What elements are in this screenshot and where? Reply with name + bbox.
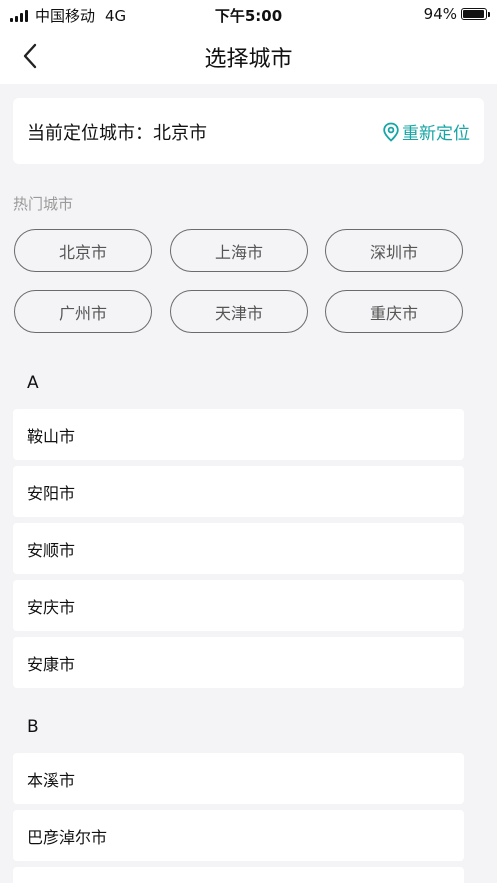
battery-percent: 94% bbox=[423, 5, 457, 23]
city-row[interactable]: 本溪市 bbox=[13, 753, 464, 804]
city-row[interactable]: 安顺市 bbox=[13, 523, 464, 574]
city-row[interactable]: 安庆市 bbox=[13, 580, 464, 631]
city-name: 安阳市 bbox=[27, 484, 76, 503]
relocate-button[interactable]: 重新定位 bbox=[382, 119, 470, 144]
section-letter-b: B bbox=[27, 717, 39, 737]
hot-city-chip[interactable]: 上海市 bbox=[170, 229, 308, 272]
city-row-partial[interactable] bbox=[13, 867, 464, 883]
status-time: 下午5:00 bbox=[214, 7, 283, 25]
current-location-label: 当前定位城市：北京市 bbox=[27, 123, 207, 144]
section-letter-a: A bbox=[27, 373, 39, 393]
hot-city-chip[interactable]: 北京市 bbox=[14, 229, 152, 272]
city-row[interactable]: 鞍山市 bbox=[13, 409, 464, 460]
city-name: 安康市 bbox=[27, 655, 76, 674]
city-name: 安庆市 bbox=[27, 598, 76, 617]
battery-icon bbox=[461, 8, 490, 20]
battery-fill bbox=[463, 10, 484, 18]
city-name: 鞍山市 bbox=[27, 427, 76, 446]
city-name: 本溪市 bbox=[27, 771, 76, 790]
page-title: 选择城市 bbox=[204, 47, 293, 72]
status-bar: 中国移动 4G 下午5:00 94% bbox=[0, 0, 497, 28]
location-pin-icon bbox=[383, 122, 399, 142]
relocate-label: 重新定位 bbox=[402, 124, 470, 144]
status-right: 94% bbox=[423, 5, 490, 23]
nav-bar: 选择城市 bbox=[0, 28, 497, 84]
hot-city-chip[interactable]: 广州市 bbox=[14, 290, 152, 333]
hot-city-chip[interactable]: 天津市 bbox=[170, 290, 308, 333]
current-location-card: 当前定位城市：北京市 重新定位 bbox=[13, 98, 484, 164]
hot-city-chip[interactable]: 重庆市 bbox=[325, 290, 463, 333]
city-name: 安顺市 bbox=[27, 541, 76, 560]
city-row[interactable]: 安康市 bbox=[13, 637, 464, 688]
battery-cap bbox=[488, 12, 490, 17]
hot-city-chip[interactable]: 深圳市 bbox=[325, 229, 463, 272]
city-row[interactable]: 安阳市 bbox=[13, 466, 464, 517]
city-row[interactable]: 巴彦淖尔市 bbox=[13, 810, 464, 861]
city-name: 巴彦淖尔市 bbox=[27, 828, 108, 847]
hot-cities-title: 热门城市 bbox=[13, 195, 74, 213]
